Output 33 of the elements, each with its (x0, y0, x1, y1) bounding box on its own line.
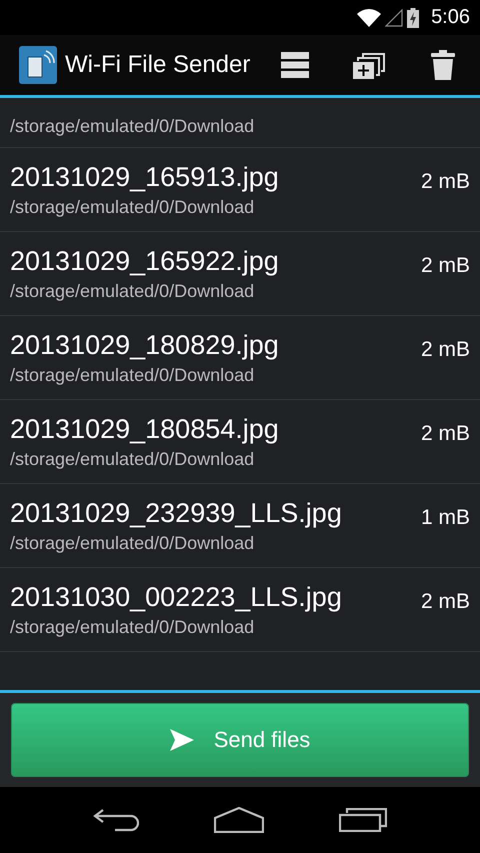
file-path: /storage/emulated/0/Download (10, 532, 256, 554)
file-path: /storage/emulated/0/Download (10, 616, 256, 638)
battery-icon (407, 8, 420, 28)
file-path: /storage/emulated/0/Download (10, 196, 256, 218)
file-size: 2 mB (420, 422, 470, 446)
file-path: /storage/emulated/0/Download (10, 116, 256, 137)
file-name: 20131029_180854.jpg (10, 414, 280, 444)
file-path: /storage/emulated/0/Download (10, 280, 256, 302)
file-size: 2 mB (420, 254, 470, 278)
wifi-icon (357, 8, 382, 26)
file-name: 20131030_002223_LLS.jpg (10, 582, 343, 612)
stacked-plus-icon (353, 51, 385, 79)
file-size: 1 mB (420, 506, 470, 530)
send-icon (170, 729, 194, 751)
list-icon (281, 52, 309, 78)
file-size: 2 mB (420, 170, 470, 194)
file-path: /storage/emulated/0/Download (10, 364, 256, 386)
file-path: /storage/emulated/0/Download (10, 448, 256, 470)
send-files-button[interactable]: Send files (11, 703, 469, 777)
app-title: Wi-Fi File Sender (65, 51, 250, 79)
app-logo-icon[interactable] (19, 46, 57, 84)
file-name: 20131029_165913.jpg (10, 162, 280, 192)
file-name: 20131029_180829.jpg (10, 330, 280, 360)
trash-icon (431, 50, 455, 80)
file-size: 2 mB (420, 338, 470, 362)
home-icon (214, 807, 264, 833)
file-name: 20131029_232939_LLS.jpg (10, 498, 343, 528)
signal-icon (385, 8, 404, 26)
back-icon (92, 808, 139, 832)
clock-time: 5:06 (431, 6, 470, 29)
recent-apps-icon (339, 808, 388, 832)
file-name: 20131029_165922.jpg (10, 246, 280, 276)
file-size: 2 mB (420, 590, 470, 614)
